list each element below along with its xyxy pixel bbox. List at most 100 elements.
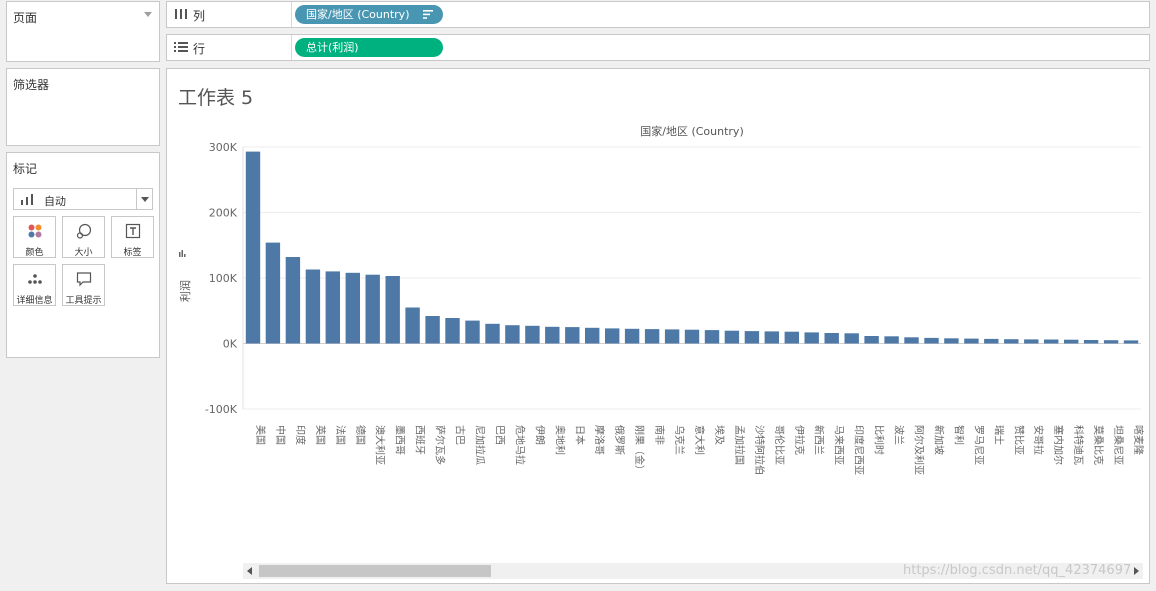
x-tick-label: 喀麦隆 <box>1132 425 1145 455</box>
bar <box>1064 339 1079 344</box>
bar <box>1044 339 1059 344</box>
x-tick-label: 阿尔及利亚 <box>913 425 926 475</box>
rows-icon <box>174 42 188 52</box>
color-button[interactable]: 颜色 <box>13 216 56 258</box>
x-tick-label: 印度 <box>294 425 307 445</box>
x-tick-label: 孟加拉国 <box>733 425 746 465</box>
marks-panel-title: 标记 <box>13 162 38 176</box>
bar <box>924 337 939 344</box>
x-tick-label: 赞比亚 <box>1012 425 1025 455</box>
bar <box>864 336 879 344</box>
worksheet-view: 工作表 5 国家/地区 (Country) 300K 200K 100K 0K -100K… <box>166 68 1150 584</box>
x-tick-label: 英国 <box>314 425 327 445</box>
bar <box>1123 340 1139 344</box>
y-tick-label: 300K <box>209 141 238 154</box>
y-tick-label: 200K <box>209 207 238 220</box>
pages-panel[interactable]: 页面 <box>6 1 160 62</box>
x-tick-label: 沙特阿拉伯 <box>753 425 766 475</box>
x-tick-label: 奥地利 <box>553 425 566 455</box>
profit-pill[interactable]: 总计(利润) <box>295 38 443 57</box>
bar <box>704 330 720 344</box>
x-tick-label: 塞内加尔 <box>1052 425 1065 465</box>
x-tick-label: 埃及 <box>713 425 726 445</box>
bar <box>624 328 640 344</box>
x-tick-label: 罗马尼亚 <box>972 425 984 465</box>
sort-descending-icon[interactable] <box>423 10 433 19</box>
detail-button[interactable]: 详细信息 <box>13 264 56 306</box>
color-button-label: 颜色 <box>25 248 44 258</box>
bar <box>764 331 779 344</box>
bar <box>265 242 281 344</box>
watermark: https://blog.csdn.net/qq_42374697 <box>903 563 1132 578</box>
x-tick-label: 德国 <box>354 425 367 445</box>
bar <box>525 325 540 344</box>
tooltip-button-label: 工具提示 <box>65 296 102 306</box>
bar <box>784 331 799 344</box>
x-tick-label: 摩洛哥 <box>593 425 606 455</box>
scroll-right-icon[interactable] <box>1134 567 1139 575</box>
bar <box>844 333 859 344</box>
bar <box>644 329 660 344</box>
country-pill-label: 国家/地区 (Country) <box>306 8 410 21</box>
mark-type-dropdown[interactable]: 自动 <box>13 188 153 210</box>
x-tick-label: 墨西哥 <box>394 425 406 455</box>
bar <box>465 320 480 344</box>
rows-shelf[interactable]: 行 总计(利润) <box>166 34 1150 61</box>
bar <box>545 326 560 344</box>
bar <box>345 272 360 344</box>
x-tick-label: 巴西 <box>493 425 505 445</box>
x-tick-label: 尼加拉瓜 <box>474 425 487 465</box>
detail-icon <box>28 274 42 284</box>
x-tick-label: 印度尼西亚 <box>853 425 866 475</box>
chevron-down-icon[interactable] <box>136 189 152 209</box>
bar <box>724 330 740 344</box>
bar <box>505 325 520 344</box>
bar <box>1024 339 1039 344</box>
bar <box>445 318 460 344</box>
bar <box>245 151 261 344</box>
size-button[interactable]: 大小 <box>62 216 105 258</box>
x-tick-label: 安哥拉 <box>1032 425 1045 455</box>
marks-panel: 标记 自动 颜色 大小 标签 详细信息 工具提示 <box>6 152 160 358</box>
x-tick-label: 波兰 <box>893 425 906 445</box>
bar <box>1004 339 1019 344</box>
bar <box>684 329 700 344</box>
x-tick-label: 萨尔瓦多 <box>434 425 447 465</box>
bar <box>365 274 380 344</box>
x-tick-label: 伊拉克 <box>793 425 806 455</box>
bar <box>565 327 580 344</box>
filters-panel[interactable]: 筛选器 <box>6 68 160 146</box>
bar <box>285 257 301 344</box>
y-tick-label: -100K <box>205 403 238 416</box>
mark-type-label: 自动 <box>44 195 66 208</box>
country-pill[interactable]: 国家/地区 (Country) <box>295 5 443 24</box>
chevron-down-icon[interactable] <box>144 12 152 17</box>
x-tick-label: 坦桑尼亚 <box>1112 425 1125 465</box>
columns-shelf-label: 列 <box>167 2 292 27</box>
y-axis-title: 利润 <box>178 280 192 302</box>
bar <box>944 338 959 344</box>
scroll-left-icon[interactable] <box>247 567 252 575</box>
rows-label-text: 行 <box>193 42 206 56</box>
x-tick-label: 科特迪瓦 <box>1072 425 1085 465</box>
bar <box>904 337 919 344</box>
bar <box>425 316 440 344</box>
rows-shelf-label: 行 <box>167 35 292 60</box>
bar <box>984 338 999 344</box>
pages-panel-title: 页面 <box>13 11 38 25</box>
profit-pill-label: 总计(利润) <box>306 41 359 54</box>
scrollbar-thumb[interactable] <box>259 565 491 577</box>
x-tick-label: 俄罗斯 <box>613 425 626 455</box>
columns-shelf[interactable]: 列 国家/地区 (Country) <box>166 1 1150 28</box>
tooltip-button[interactable]: 工具提示 <box>62 264 105 306</box>
x-tick-label: 日本 <box>573 425 586 445</box>
columns-label-text: 列 <box>193 9 206 23</box>
bar <box>405 307 420 344</box>
bar <box>585 327 600 344</box>
x-tick-label: 马来西亚 <box>833 425 845 465</box>
filters-panel-title: 筛选器 <box>13 78 50 92</box>
bar <box>305 269 321 344</box>
label-button[interactable]: 标签 <box>111 216 154 258</box>
tooltip-icon <box>76 272 92 287</box>
size-button-label: 大小 <box>74 248 93 258</box>
